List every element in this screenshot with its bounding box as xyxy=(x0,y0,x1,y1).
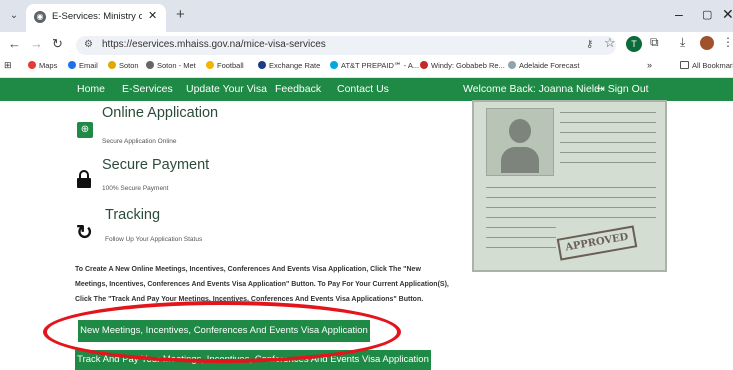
bookmark-adelaide-forecast[interactable]: Adelaide Forecast xyxy=(508,61,579,70)
person-icon xyxy=(509,119,531,143)
card-line xyxy=(486,237,556,238)
card-line xyxy=(486,207,656,208)
bookmarks-bar: ⊞ Maps Email Soton Soton - Met Football … xyxy=(0,58,733,78)
bookmark-windy[interactable]: Windy: Gobabeb Re... xyxy=(420,61,505,70)
url-text[interactable]: https://eservices.mhaiss.gov.na/mice-vis… xyxy=(102,39,326,50)
bookmark-maps[interactable]: Maps xyxy=(28,61,57,70)
card-line xyxy=(560,122,656,123)
feature-title: Tracking xyxy=(105,207,161,223)
sign-out-icon: ⇥ xyxy=(596,83,608,95)
tab-title: E-Services: Ministry of Home Af xyxy=(52,11,142,22)
browser-tab[interactable]: ◉ E-Services: Ministry of Home Af ✕ xyxy=(26,4,166,32)
site-nav: Home E-Services Update Your Visa Feedbac… xyxy=(0,78,733,101)
bookmarks-overflow-icon[interactable]: » xyxy=(647,60,652,70)
nav-feedback[interactable]: Feedback xyxy=(275,83,321,95)
restore-icon[interactable]: ▢ xyxy=(702,8,712,21)
bookmark-football[interactable]: Football xyxy=(206,61,244,70)
sign-out-link[interactable]: ⇥ Sign Out xyxy=(596,83,649,95)
tab-search-icon[interactable]: ⌄ xyxy=(6,8,22,24)
bookmark-star-icon[interactable]: ☆ xyxy=(604,35,616,51)
passport-icon: ⊕ xyxy=(77,122,93,138)
person-body xyxy=(501,147,539,173)
refresh-icon: ↻ xyxy=(76,222,93,244)
instructions-text: To Create A New Online Meetings, Incenti… xyxy=(75,266,449,303)
minimize-icon[interactable]: – xyxy=(675,6,683,22)
profile-avatar-icon[interactable] xyxy=(700,36,714,50)
forward-icon[interactable]: → xyxy=(30,36,43,51)
highlight-oval xyxy=(43,301,401,363)
site-info-icon[interactable]: ⚙ xyxy=(84,39,93,50)
tab-close-icon[interactable]: ✕ xyxy=(148,9,157,22)
card-line xyxy=(560,142,656,143)
browser-toolbar: ← → ↻ ⚙ https://eservices.mhaiss.gov.na/… xyxy=(0,32,733,58)
address-bar[interactable]: ⚙ https://eservices.mhaiss.gov.na/mice-v… xyxy=(76,36,616,55)
card-line xyxy=(560,112,656,113)
back-icon[interactable]: ← xyxy=(8,36,21,51)
extension-icon[interactable]: T xyxy=(626,36,642,52)
nav-home[interactable]: Home xyxy=(77,83,105,95)
tab-favicon-icon: ◉ xyxy=(34,11,46,23)
tab-strip: ⌄ ◉ E-Services: Ministry of Home Af ✕ + … xyxy=(0,0,733,32)
reload-icon[interactable]: ↻ xyxy=(52,36,63,52)
card-line xyxy=(486,197,656,198)
nav-e-services[interactable]: E-Services xyxy=(122,83,173,95)
card-line xyxy=(486,187,656,188)
card-line xyxy=(486,217,656,218)
photo-placeholder xyxy=(486,108,554,176)
feature-subtitle: Secure Application Online xyxy=(102,138,177,145)
apps-icon[interactable]: ⊞ xyxy=(4,60,12,71)
approved-stamp: APPROVED xyxy=(556,225,638,261)
card-line xyxy=(560,162,656,163)
feature-title: Online Application xyxy=(102,105,219,121)
password-key-icon[interactable]: ⚷ xyxy=(586,39,593,50)
bookmark-soton-met[interactable]: Soton - Met xyxy=(146,61,196,70)
window-close-icon[interactable]: ✕ xyxy=(722,6,733,23)
nav-contact-us[interactable]: Contact Us xyxy=(337,83,389,95)
card-line xyxy=(560,132,656,133)
visa-card-illustration: APPROVED xyxy=(472,100,667,272)
extensions-puzzle-icon[interactable]: ⧉ xyxy=(650,35,659,50)
bookmark-soton[interactable]: Soton xyxy=(108,61,139,70)
card-line xyxy=(486,227,556,228)
new-tab-icon[interactable]: + xyxy=(176,6,185,23)
feature-subtitle: 100% Secure Payment xyxy=(102,185,169,192)
welcome-text: Welcome Back: Joanna Nield xyxy=(463,83,600,95)
lock-icon xyxy=(77,170,91,188)
menu-icon[interactable]: ⋮ xyxy=(722,35,733,49)
feature-subtitle: Follow Up Your Application Status xyxy=(105,236,203,243)
nav-update-visa[interactable]: Update Your Visa xyxy=(186,83,267,95)
download-icon[interactable]: ⤓ xyxy=(680,35,685,50)
card-line xyxy=(560,152,656,153)
bookmark-email[interactable]: Email xyxy=(68,61,98,70)
card-line xyxy=(486,247,556,248)
bookmark-exchange-rate[interactable]: Exchange Rate xyxy=(258,61,320,70)
bookmark-att-prepaid[interactable]: AT&T PREPAID℠ - A... xyxy=(330,61,419,70)
all-bookmarks-folder[interactable]: All Bookmarks xyxy=(680,61,733,70)
feature-title: Secure Payment xyxy=(102,157,210,173)
